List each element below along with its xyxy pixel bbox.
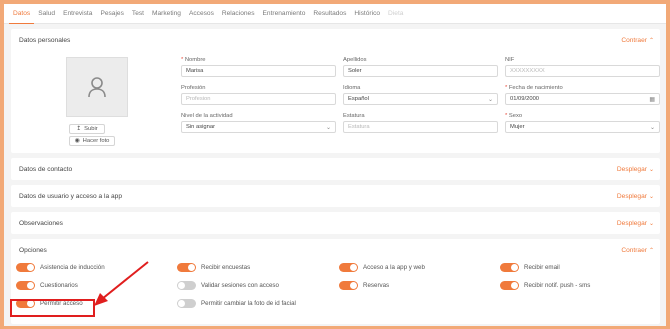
- fecha-input[interactable]: 01/09/2000 ▦: [505, 93, 660, 105]
- tab-pesajes[interactable]: Pesajes: [96, 4, 127, 24]
- tab-entrevista[interactable]: Entrevista: [59, 4, 96, 24]
- tab-datos[interactable]: Datos: [9, 4, 35, 24]
- fecha-value: 01/09/2000: [510, 96, 540, 102]
- nivel-select[interactable]: Sin asignar ⌄: [181, 121, 336, 133]
- sexo-select[interactable]: Mujer ⌄: [505, 121, 660, 133]
- personal-data-card: Datos personales Contraer ⌃ ↥ Subir ◉ Ha…: [11, 29, 660, 153]
- profesion-label: Profesión: [181, 85, 206, 91]
- apellidos-label: Apellidos: [343, 57, 367, 63]
- nivel-value: Sin asignar: [186, 124, 216, 130]
- chevron-down-icon: ⌄: [325, 125, 331, 131]
- toggle-switch[interactable]: [177, 281, 196, 290]
- observations-expand-button[interactable]: Desplegar ⌄: [617, 220, 654, 227]
- chevron-down-icon: ⌄: [648, 221, 654, 227]
- tab-accesos[interactable]: Accesos: [185, 4, 218, 24]
- contact-expand-button[interactable]: Desplegar ⌄: [617, 166, 654, 173]
- chevron-up-icon: ⌃: [648, 248, 654, 254]
- expand-label: Desplegar: [616, 220, 647, 227]
- option-validar-sesiones[interactable]: Validar sesiones con acceso: [177, 281, 279, 290]
- nombre-input[interactable]: Marisa: [181, 65, 336, 77]
- apellidos-input[interactable]: Soler: [343, 65, 498, 77]
- toggle-switch[interactable]: [339, 263, 358, 272]
- personal-collapse-button[interactable]: Contraer ⌃: [621, 37, 654, 44]
- toggle-switch[interactable]: [339, 281, 358, 290]
- photo-placeholder[interactable]: [66, 57, 128, 117]
- option-acceso-app-web[interactable]: Acceso a la app y web: [339, 263, 425, 272]
- nif-label: NIF: [505, 57, 515, 63]
- contact-data-title: Datos de contacto: [19, 166, 73, 173]
- tab-entrenamiento[interactable]: Entrenamiento: [259, 4, 310, 24]
- take-photo-button[interactable]: ◉ Hacer foto: [69, 136, 115, 146]
- tab-test[interactable]: Test: [128, 4, 148, 24]
- profesion-input[interactable]: Profesion: [181, 93, 336, 105]
- toggle-switch[interactable]: [500, 263, 519, 272]
- idioma-select[interactable]: Español ⌄: [343, 93, 498, 105]
- upload-photo-button[interactable]: ↥ Subir: [69, 124, 105, 134]
- fecha-label: * Fecha de nacimiento: [505, 85, 563, 91]
- tab-bar: Datos Salud Entrevista Pesajes Test Mark…: [4, 4, 666, 24]
- expand-label: Desplegar: [616, 193, 647, 200]
- toggle-switch[interactable]: [177, 299, 196, 308]
- sexo-value: Mujer: [510, 124, 525, 130]
- observations-card[interactable]: Observaciones Desplegar ⌄: [11, 212, 660, 234]
- option-cuestionarios[interactable]: Cuestionarios: [16, 281, 78, 290]
- tab-relaciones[interactable]: Relaciones: [218, 4, 259, 24]
- personal-data-title: Datos personales: [19, 37, 71, 44]
- toggle-switch[interactable]: [500, 281, 519, 290]
- option-recibir-encuestas[interactable]: Recibir encuestas: [177, 263, 250, 272]
- idioma-label: Idioma: [343, 85, 361, 91]
- user-avatar-icon: [88, 77, 106, 98]
- idioma-value: Español: [348, 96, 369, 102]
- user-access-expand-button[interactable]: Desplegar ⌄: [617, 193, 654, 200]
- chevron-down-icon: ⌄: [648, 167, 654, 173]
- collapse-label: Contraer: [621, 247, 647, 254]
- toggle-switch[interactable]: [16, 263, 35, 272]
- tab-dieta: Dieta: [388, 10, 404, 17]
- tab-marketing[interactable]: Marketing: [148, 4, 185, 24]
- option-label: Recibir notif. push - sms: [524, 282, 591, 289]
- option-label: Cuestionarios: [40, 282, 78, 289]
- take-photo-label: Hacer foto: [82, 138, 110, 144]
- toggle-switch[interactable]: [177, 263, 196, 272]
- app-frame: Datos Salud Entrevista Pesajes Test Mark…: [4, 4, 666, 326]
- upload-label: Subir: [84, 126, 98, 132]
- chevron-down-icon: ⌄: [487, 97, 493, 103]
- annotation-highlight-box: [10, 299, 95, 317]
- toggle-switch[interactable]: [16, 281, 35, 290]
- nivel-label: Nivel de la actividad: [181, 113, 233, 119]
- option-label: Acceso a la app y web: [363, 264, 425, 271]
- annotation-arrow-icon: [94, 261, 149, 306]
- contact-data-card[interactable]: Datos de contacto Desplegar ⌄: [11, 158, 660, 180]
- calendar-icon[interactable]: ▦: [649, 96, 655, 103]
- user-access-card[interactable]: Datos de usuario y acceso a la app Despl…: [11, 185, 660, 207]
- estatura-label: Estatura: [343, 113, 365, 119]
- nif-input[interactable]: XXXXXXXXX: [505, 65, 660, 77]
- options-title: Opciones: [19, 247, 47, 254]
- option-label: Recibir encuestas: [201, 264, 251, 271]
- option-recibir-email[interactable]: Recibir email: [500, 263, 560, 272]
- option-label: Recibir email: [524, 264, 560, 271]
- options-collapse-button[interactable]: Contraer ⌃: [621, 247, 654, 254]
- chevron-up-icon: ⌃: [648, 38, 654, 44]
- option-recibir-notif-push[interactable]: Recibir notif. push - sms: [500, 281, 590, 290]
- chevron-down-icon: ⌄: [648, 194, 654, 200]
- tab-resultados[interactable]: Resultados: [309, 4, 350, 24]
- observations-title: Observaciones: [19, 220, 63, 227]
- expand-label: Desplegar: [616, 166, 647, 173]
- option-label: Permitir cambiar la foto de id facial: [201, 300, 296, 307]
- option-label: Reservas: [363, 282, 390, 289]
- user-access-title: Datos de usuario y acceso a la app: [19, 193, 122, 200]
- option-permitir-cambiar-foto[interactable]: Permitir cambiar la foto de id facial: [177, 299, 296, 308]
- camera-icon: ◉: [74, 138, 80, 144]
- collapse-label: Contraer: [621, 37, 647, 44]
- option-label: Validar sesiones con acceso: [201, 282, 279, 289]
- tab-salud[interactable]: Salud: [34, 4, 59, 24]
- sexo-label: * Sexo: [505, 113, 523, 119]
- nombre-label: * Nombre: [181, 57, 206, 63]
- chevron-down-icon: ⌄: [649, 125, 655, 131]
- tab-historico[interactable]: Histórico: [350, 4, 384, 24]
- upload-icon: ↥: [76, 126, 82, 132]
- estatura-input[interactable]: Estatura: [343, 121, 498, 133]
- option-reservas[interactable]: Reservas: [339, 281, 389, 290]
